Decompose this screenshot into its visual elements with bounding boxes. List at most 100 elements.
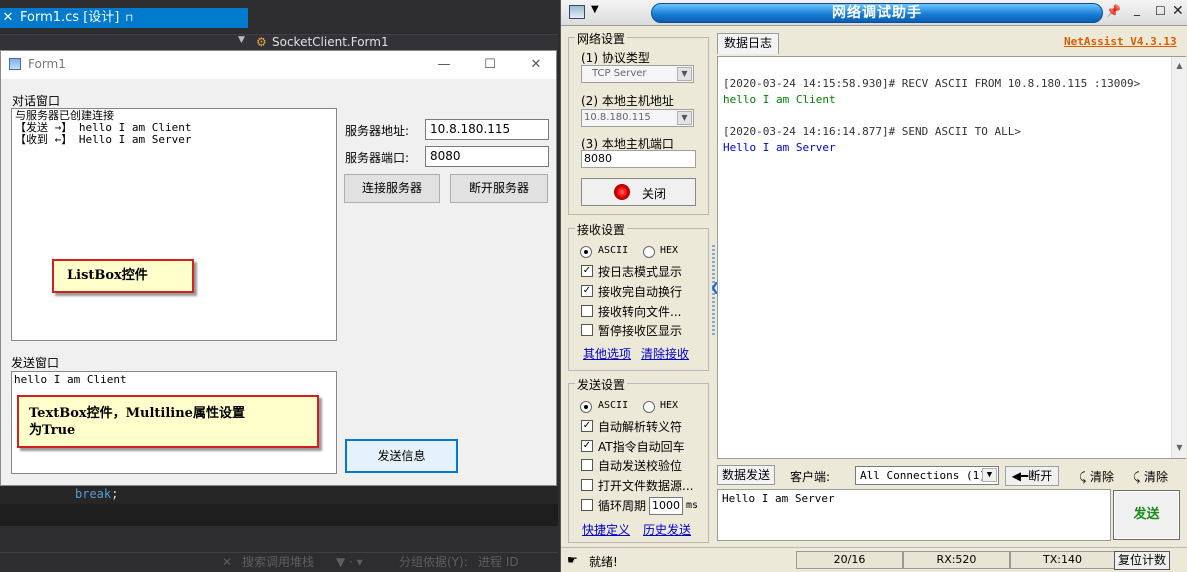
group-by-select[interactable]: 进程 ID — [478, 553, 519, 571]
log-entry-header: [2020-03-24 14:16:14.877]# SEND ASCII TO… — [723, 125, 1022, 138]
other-options-link[interactable]: 其他选项 — [583, 345, 631, 362]
close-icon[interactable]: ✕ — [513, 54, 558, 76]
host-select[interactable]: 10.8.180.115 ▼ — [581, 109, 694, 127]
recv-option-label: 接收完自动换行 — [598, 285, 683, 299]
send-hex-label: HEX — [660, 400, 679, 411]
recv-option-checkbox[interactable] — [581, 305, 593, 317]
send-option-label: 打开文件数据源... — [598, 479, 694, 493]
send-ascii-radio[interactable] — [580, 401, 592, 413]
server-address-label: 服务器地址: — [345, 124, 410, 138]
chevron-down-icon[interactable]: ▼ — [591, 4, 599, 15]
tab-data-send[interactable]: 数据发送 — [717, 465, 775, 485]
scroll-down-icon[interactable]: ▼ — [1172, 443, 1187, 452]
loop-label: 循环周期 — [598, 499, 647, 513]
recv-option-label: 暂停接收区显示 — [598, 324, 683, 338]
pin-icon[interactable]: ⊓ — [125, 13, 133, 24]
code-keyword: break; — [75, 487, 119, 501]
recv-hex-radio[interactable] — [643, 246, 655, 258]
app-title: 网络调试助手 — [651, 3, 1103, 23]
scroll-up-icon[interactable]: ▲ — [1172, 61, 1187, 70]
clear-button[interactable]: ⤹ 清除 — [1133, 468, 1168, 488]
clear-receive-link[interactable]: 清除接收 — [641, 345, 689, 362]
class-icon: ⚙ — [256, 35, 267, 49]
minimize-icon[interactable]: — — [421, 54, 467, 76]
send-window-label: 发送窗口 — [11, 356, 60, 370]
clear-button[interactable]: ⤹ 清除 — [1079, 468, 1114, 488]
search-call-stack-label[interactable]: 搜索调用堆栈 — [242, 553, 314, 571]
client-value: All Connections (1) — [860, 469, 986, 482]
connect-server-button[interactable]: 连接服务器 — [344, 174, 440, 203]
disconnect-button[interactable]: ◀━断开 — [1005, 466, 1059, 486]
clear-label: 清除 — [1144, 470, 1169, 484]
filter-icon[interactable]: ▼ · ▾ — [336, 553, 363, 571]
dialog-listbox[interactable]: 与服务器已创建连接 【发送 →】 hello I am Client 【收到 ←… — [11, 108, 337, 341]
maximize-icon[interactable]: ☐ — [467, 54, 513, 76]
close-icon[interactable]: ✕ — [222, 553, 232, 571]
close-icon[interactable]: ✕ — [0, 8, 16, 28]
dialog-window-label: 对话窗口 — [12, 94, 61, 108]
chevron-down-icon[interactable]: ▼ — [238, 35, 245, 45]
loop-period-input[interactable]: 1000 — [649, 497, 683, 515]
broom-icon: ⤹ — [1133, 470, 1145, 484]
recv-option-checkbox[interactable]: ✓ — [581, 285, 593, 297]
protocol-value: TCP Server — [592, 68, 647, 79]
log-entry-body: hello I am Client — [723, 93, 836, 106]
textbox-callout: TextBox控件，Multiline属性设置 为True — [17, 395, 319, 448]
recv-option-label: 接收转向文件... — [598, 305, 682, 319]
loop-checkbox[interactable] — [581, 499, 593, 511]
app-icon[interactable] — [569, 5, 585, 19]
callout-line: TextBox控件，Multiline属性设置 — [29, 406, 245, 421]
version-link[interactable]: NetAssist V4.3.13 — [1064, 35, 1177, 48]
nav-class-name[interactable]: SocketClient.Form1 — [272, 35, 389, 50]
maximize-icon[interactable]: ☐ — [1155, 4, 1166, 18]
tab-form1-designer[interactable]: Form1.cs [设计] ⊓ — [16, 8, 248, 28]
code-line[interactable]: break; — [0, 486, 558, 504]
group-title: 接收设置 — [575, 221, 628, 238]
disconnect-label: 断开 — [1028, 469, 1053, 483]
send-button[interactable]: 发送 — [1113, 490, 1180, 540]
list-item[interactable]: 【收到 ←】 Hello I am Server — [15, 134, 333, 146]
local-port-input[interactable]: 8080 — [581, 150, 696, 168]
send-option-checkbox[interactable]: ✓ — [581, 420, 593, 432]
reset-count-button[interactable]: 复位计数 — [1114, 551, 1170, 570]
chevron-down-icon[interactable]: ▼ — [982, 468, 997, 482]
pin-icon[interactable]: 📌 — [1106, 4, 1121, 18]
send-history-link[interactable]: 历史发送 — [643, 521, 691, 538]
close-connection-button[interactable]: 关闭 — [581, 178, 696, 206]
call-stack-toolbar: ✕ 搜索调用堆栈 ▼ · ▾ 分组依据(Y): 进程 ID — [0, 552, 558, 572]
visual-studio-window: ✕ Form1.cs [设计] ⊓ ▼ ⚙ SocketClient.Form1 … — [0, 0, 558, 572]
client-select[interactable]: All Connections (1) ▼ — [855, 466, 999, 485]
clear-label: 清除 — [1090, 470, 1115, 484]
close-connection-label: 关闭 — [642, 187, 667, 201]
tab-title: Form1.cs [设计] — [20, 10, 120, 25]
send-option-checkbox[interactable]: ✓ — [581, 440, 593, 452]
host-label: (2) 本地主机地址 — [581, 94, 674, 108]
recv-ascii-radio[interactable] — [580, 246, 592, 258]
send-option-label: AT指令自动回车 — [598, 440, 685, 454]
quick-define-link[interactable]: 快捷定义 — [582, 521, 630, 538]
tab-data-log[interactable]: 数据日志 — [717, 33, 779, 54]
recv-option-checkbox[interactable]: ✓ — [581, 265, 593, 277]
close-icon[interactable]: ✕ — [1172, 3, 1184, 19]
callout-line: 为True — [29, 423, 76, 438]
arrow-left-icon: ◀━ — [1011, 469, 1029, 483]
server-address-input[interactable]: 10.8.180.115 — [425, 119, 549, 140]
form1-title: Form1 — [28, 57, 66, 71]
send-data-input[interactable]: Hello I am Server — [717, 489, 1111, 541]
protocol-select[interactable]: TCP Server ▼ — [581, 65, 694, 83]
chevron-down-icon[interactable]: ▼ — [677, 111, 692, 125]
server-port-label: 服务器端口: — [345, 151, 410, 165]
minimize-icon[interactable]: _ — [1134, 2, 1140, 16]
send-option-checkbox[interactable] — [581, 479, 593, 491]
send-message-button[interactable]: 发送信息 — [345, 439, 458, 473]
server-port-input[interactable]: 8080 — [425, 146, 549, 167]
send-hex-radio[interactable] — [643, 401, 655, 413]
send-option-checkbox[interactable] — [581, 459, 593, 471]
disconnect-server-button[interactable]: 断开服务器 — [450, 174, 548, 203]
broom-icon: ⤹ — [1079, 470, 1091, 484]
data-log-area[interactable]: [2020-03-24 14:15:58.930]# RECV ASCII FR… — [717, 56, 1186, 459]
chevron-down-icon[interactable]: ▼ — [677, 67, 692, 81]
recv-option-checkbox[interactable] — [581, 324, 593, 336]
log-scrollbar[interactable]: ▲ ▼ — [1171, 57, 1186, 458]
form1-window: Form1 — ☐ ✕ 对话窗口 与服务器已创建连接 【发送 →】 hello … — [0, 50, 557, 486]
